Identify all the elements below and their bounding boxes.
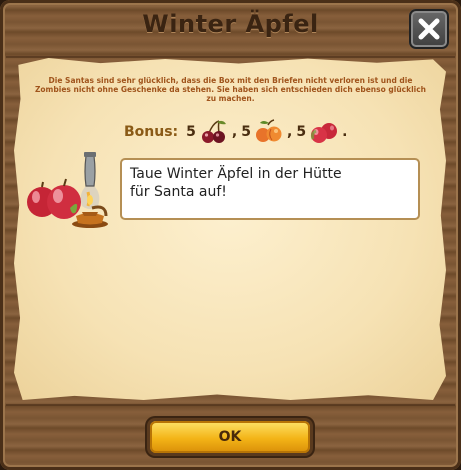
bonus-amount: 5	[296, 124, 307, 140]
plank-divider	[6, 404, 455, 406]
apples-icon	[311, 123, 338, 143]
close-button[interactable]	[409, 9, 449, 49]
plank-divider	[6, 56, 455, 58]
close-x-icon	[418, 18, 440, 40]
bonus-separator: ,	[231, 124, 238, 140]
ok-button[interactable]: OK	[150, 421, 310, 453]
apricots-icon	[255, 119, 282, 142]
bonus-separator: .	[342, 124, 348, 140]
bonus-label: Bonus:	[124, 124, 179, 140]
bonus-amount: 5	[186, 124, 196, 140]
bonus-amount: 5	[241, 124, 251, 140]
bonus-rewards: Bonus: 5 , 5 , 5 .	[124, 119, 349, 144]
quest-description: Die Santas sind sehr glücklich, dass die…	[34, 76, 427, 103]
bonus-separator: ,	[286, 124, 293, 140]
quest-task-text: Taue Winter Äpfel in der Hütte für Santa…	[120, 158, 420, 220]
apples-and-lantern-icon	[27, 152, 108, 228]
dialog-title: Winter Äpfel	[142, 10, 319, 38]
quest-dialog: Winter Äpfel Die Santas sind sehr glückl…	[0, 0, 461, 470]
cherries-icon	[201, 120, 226, 143]
ok-button-frame: OK	[147, 418, 313, 456]
